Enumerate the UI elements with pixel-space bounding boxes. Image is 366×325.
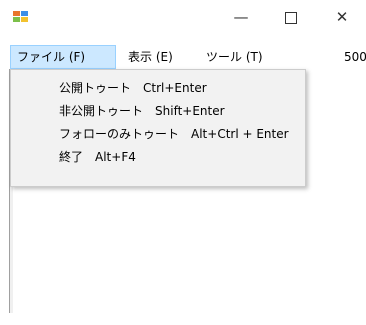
app-icon[interactable]	[13, 11, 29, 23]
title-bar: — ✕	[0, 0, 366, 34]
menu-item-shortcut: Alt+Ctrl + Enter	[191, 127, 289, 141]
menu-item-exit[interactable]: 終了 Alt+F4	[13, 146, 136, 168]
maximize-icon	[285, 11, 297, 24]
menu-view[interactable]: 表示 (E)	[122, 45, 179, 69]
menu-extra[interactable]: 500	[338, 45, 366, 69]
menu-item-shortcut: Alt+F4	[95, 150, 136, 164]
file-menu-dropdown: 公開トゥート Ctrl+Enter 非公開トゥート Shift+Enter フォロー…	[10, 69, 306, 187]
menu-item-shortcut: Ctrl+Enter	[143, 81, 207, 95]
menu-bar: ファイル (F) 表示 (E) ツール (T) 500	[0, 45, 366, 69]
menu-item-public-toot[interactable]: 公開トゥート Ctrl+Enter	[13, 77, 207, 99]
menu-item-shortcut: Shift+Enter	[155, 104, 225, 118]
menu-item-label: 公開トゥート	[59, 81, 132, 95]
menu-item-followers-only-toot[interactable]: フォローのみトゥート Alt+Ctrl + Enter	[13, 123, 289, 145]
menu-tools[interactable]: ツール (T)	[200, 45, 269, 69]
menu-item-label: 非公開トゥート	[59, 104, 144, 118]
menu-file[interactable]: ファイル (F)	[10, 45, 116, 69]
menu-item-private-toot[interactable]: 非公開トゥート Shift+Enter	[13, 100, 225, 122]
maximize-button[interactable]	[269, 2, 313, 32]
menu-item-label: 終了	[59, 150, 84, 164]
close-button[interactable]: ✕	[320, 2, 364, 32]
menu-item-label: フォローのみトゥート	[59, 127, 180, 141]
minimize-button[interactable]: —	[219, 2, 263, 32]
